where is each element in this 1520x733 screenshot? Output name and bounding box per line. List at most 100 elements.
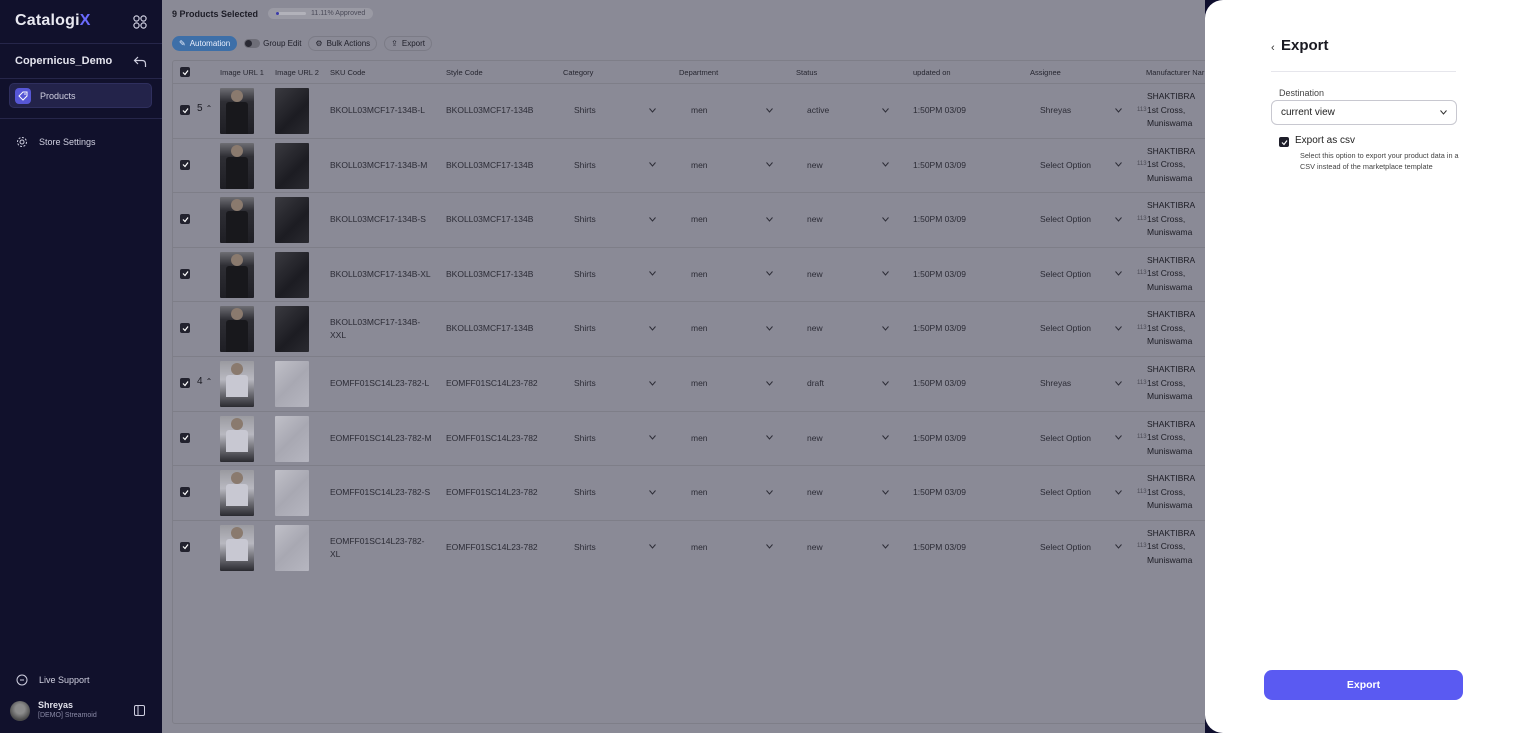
department-dropdown[interactable]: men: [691, 269, 773, 279]
row-checkbox[interactable]: [180, 487, 190, 498]
table-row[interactable]: BKOLL03MCF17-134B-XL BKOLL03MCF17-134B Shi…: [173, 246, 1205, 302]
department-dropdown[interactable]: men: [691, 105, 773, 115]
product-image-2[interactable]: [275, 251, 309, 298]
app-logo[interactable]: CatalogiX: [15, 12, 91, 30]
manufacturer-name[interactable]: 113 SHAKTIBRA 1st Cross, Muniswama: [1137, 90, 1195, 131]
department-dropdown[interactable]: men: [691, 160, 773, 170]
sidebar-item-products[interactable]: Products: [9, 83, 152, 108]
group-edit-toggle[interactable]: Group Edit: [244, 39, 301, 48]
style-code[interactable]: EOMFF01SC14L23-782: [446, 542, 538, 552]
sku-code[interactable]: BKOLL03MCF17-134B-XXL: [330, 316, 430, 342]
export-toolbar-button[interactable]: ⇪ Export: [384, 36, 432, 51]
style-code[interactable]: BKOLL03MCF17-134B: [446, 269, 533, 279]
sku-code[interactable]: EOMFF01SC14L23-782-S: [330, 487, 430, 497]
assignee-dropdown[interactable]: Select Option: [1040, 323, 1122, 333]
export-button[interactable]: Export: [1264, 670, 1463, 700]
table-row[interactable]: EOMFF01SC14L23-782-S EOMFF01SC14L23-782 Sh…: [173, 465, 1205, 520]
row-checkbox[interactable]: [180, 214, 190, 225]
product-image-1[interactable]: [220, 524, 254, 571]
table-row[interactable]: EOMFF01SC14L23-782-M EOMFF01SC14L23-782 Sh…: [173, 410, 1205, 466]
apps-grid-icon[interactable]: [133, 15, 147, 29]
automation-button[interactable]: ✎ Automation: [172, 36, 238, 51]
style-code[interactable]: EOMFF01SC14L23-782: [446, 433, 538, 443]
style-code[interactable]: BKOLL03MCF17-134B: [446, 160, 533, 170]
select-all-checkbox[interactable]: [180, 67, 190, 77]
product-image-1[interactable]: [220, 306, 254, 353]
column-header[interactable]: Department: [679, 68, 718, 77]
product-image-1[interactable]: [220, 197, 254, 244]
category-dropdown[interactable]: Shirts: [574, 487, 656, 497]
row-checkbox[interactable]: [180, 105, 190, 115]
assignee-dropdown[interactable]: Select Option: [1040, 542, 1122, 552]
product-image-1[interactable]: [220, 88, 254, 134]
group-count[interactable]: 5 ⌃: [197, 103, 212, 114]
manufacturer-name[interactable]: 113 SHAKTIBRA 1st Cross, Muniswama: [1137, 527, 1195, 568]
assignee-dropdown[interactable]: Select Option: [1040, 433, 1122, 443]
column-header[interactable]: Status: [796, 68, 817, 77]
status-dropdown[interactable]: new: [807, 487, 889, 497]
category-dropdown[interactable]: Shirts: [574, 433, 656, 443]
product-image-1[interactable]: [220, 415, 254, 462]
assignee-dropdown[interactable]: Shreyas: [1040, 378, 1122, 388]
back-chevron-icon[interactable]: ‹: [1271, 42, 1275, 54]
table-row[interactable]: BKOLL03MCF17-134B-XXL BKOLL03MCF17-134B Sh…: [173, 301, 1205, 356]
product-image-2[interactable]: [275, 524, 309, 571]
status-dropdown[interactable]: new: [807, 542, 889, 552]
status-dropdown[interactable]: new: [807, 323, 889, 333]
manufacturer-name[interactable]: 113 SHAKTIBRA 1st Cross, Muniswama: [1137, 199, 1195, 240]
department-dropdown[interactable]: men: [691, 214, 773, 224]
switch-workspace-icon[interactable]: [133, 55, 147, 68]
toggle-switch[interactable]: [244, 39, 261, 48]
style-code[interactable]: BKOLL03MCF17-134B: [446, 323, 533, 333]
table-row[interactable]: EOMFF01SC14L23-782-XL EOMFF01SC14L23-782 S…: [173, 519, 1205, 575]
product-image-2[interactable]: [275, 415, 309, 462]
category-dropdown[interactable]: Shirts: [574, 542, 656, 552]
user-profile[interactable]: Shreyas [DEMO] Streamoid: [10, 700, 150, 724]
assignee-dropdown[interactable]: Select Option: [1040, 487, 1122, 497]
export-csv-checkbox[interactable]: [1279, 137, 1289, 147]
product-image-1[interactable]: [220, 142, 254, 189]
column-header[interactable]: Category: [563, 68, 593, 77]
department-dropdown[interactable]: men: [691, 323, 773, 333]
product-image-2[interactable]: [275, 361, 309, 407]
category-dropdown[interactable]: Shirts: [574, 378, 656, 388]
row-checkbox[interactable]: [180, 159, 190, 170]
style-code[interactable]: BKOLL03MCF17-134B: [446, 105, 533, 115]
style-code[interactable]: EOMFF01SC14L23-782: [446, 378, 538, 388]
product-image-1[interactable]: [220, 470, 254, 517]
column-header[interactable]: Assignee: [1030, 68, 1061, 77]
department-dropdown[interactable]: men: [691, 542, 773, 552]
column-header[interactable]: updated on: [913, 68, 951, 77]
department-dropdown[interactable]: men: [691, 378, 773, 388]
category-dropdown[interactable]: Shirts: [574, 269, 656, 279]
status-dropdown[interactable]: new: [807, 160, 889, 170]
department-dropdown[interactable]: men: [691, 487, 773, 497]
product-image-1[interactable]: [220, 361, 254, 407]
table-row[interactable]: BKOLL03MCF17-134B-S BKOLL03MCF17-134B Shir…: [173, 192, 1205, 247]
column-header[interactable]: SKU Code: [330, 68, 365, 77]
group-count[interactable]: 4 ⌃: [197, 376, 212, 387]
assignee-dropdown[interactable]: Select Option: [1040, 269, 1122, 279]
status-dropdown[interactable]: new: [807, 433, 889, 443]
column-header[interactable]: Manufacturer Nar: [1146, 68, 1204, 77]
sku-code[interactable]: BKOLL03MCF17-134B-L: [330, 105, 425, 115]
manufacturer-name[interactable]: 113 SHAKTIBRA 1st Cross, Muniswama: [1137, 145, 1195, 186]
status-dropdown[interactable]: active: [807, 105, 889, 115]
sku-code[interactable]: BKOLL03MCF17-134B-XL: [330, 269, 431, 279]
table-row[interactable]: BKOLL03MCF17-134B-M BKOLL03MCF17-134B Shir…: [173, 137, 1205, 193]
category-dropdown[interactable]: Shirts: [574, 160, 656, 170]
manufacturer-name[interactable]: 113 SHAKTIBRA 1st Cross, Muniswama: [1137, 254, 1195, 295]
category-dropdown[interactable]: Shirts: [574, 214, 656, 224]
category-dropdown[interactable]: Shirts: [574, 105, 656, 115]
assignee-dropdown[interactable]: Shreyas: [1040, 105, 1122, 115]
assignee-dropdown[interactable]: Select Option: [1040, 214, 1122, 224]
sku-code[interactable]: EOMFF01SC14L23-782-M: [330, 433, 432, 443]
manufacturer-name[interactable]: 113 SHAKTIBRA 1st Cross, Muniswama: [1137, 418, 1195, 459]
row-checkbox[interactable]: [180, 541, 190, 552]
sidebar-item-store-settings[interactable]: Store Settings: [9, 129, 152, 154]
table-row[interactable]: 5 ⌃ BKOLL03MCF17-134B-L BKOLL03MCF17-134B Sh…: [173, 83, 1205, 138]
status-dropdown[interactable]: new: [807, 269, 889, 279]
live-support-link[interactable]: Live Support: [9, 667, 152, 692]
manufacturer-name[interactable]: 113 SHAKTIBRA 1st Cross, Muniswama: [1137, 472, 1195, 513]
category-dropdown[interactable]: Shirts: [574, 323, 656, 333]
